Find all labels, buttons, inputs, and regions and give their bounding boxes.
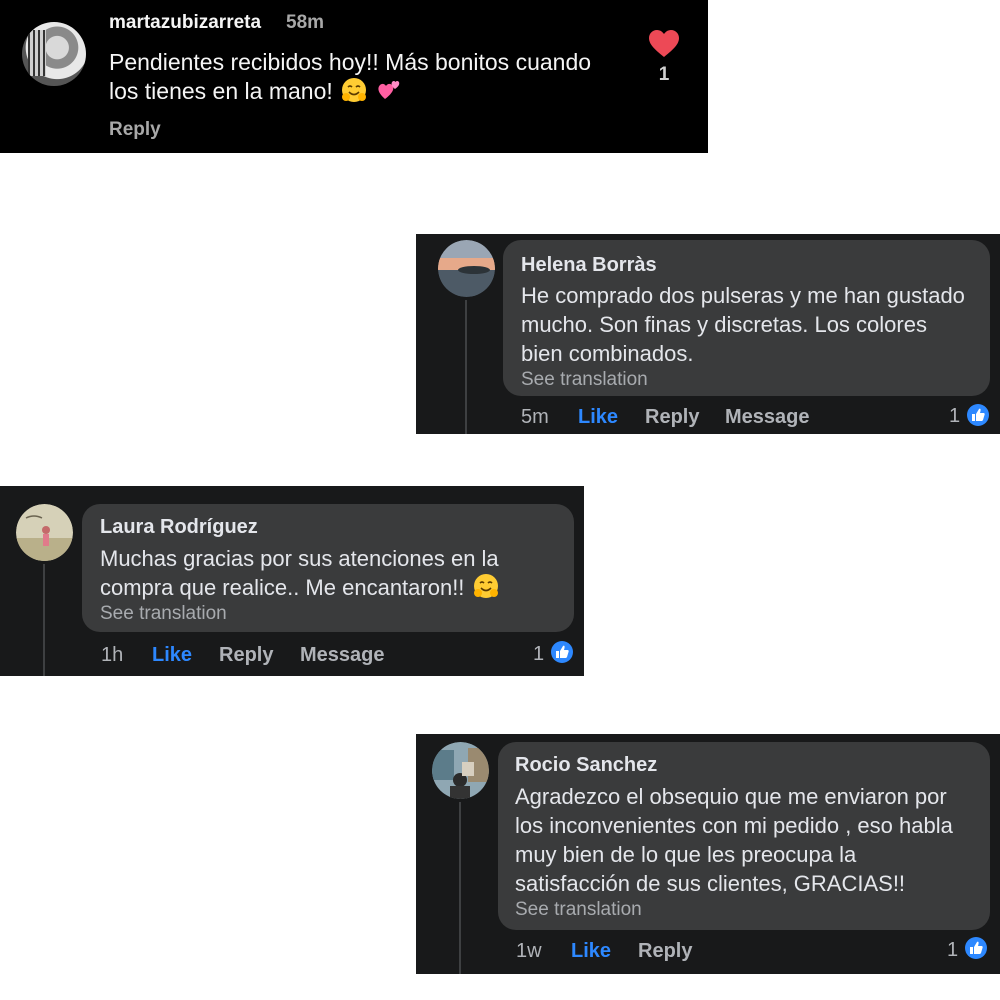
message-button[interactable]: Message (725, 406, 810, 429)
commenter-name[interactable]: Laura Rodríguez (100, 516, 258, 539)
comment-text: Muchas gracias por sus atenciones en la … (100, 544, 560, 602)
heart-icon[interactable] (649, 30, 679, 58)
comment-timestamp[interactable]: 5m (521, 406, 549, 429)
hugging-face-icon (473, 574, 498, 598)
reply-button[interactable]: Reply (645, 406, 699, 429)
commenter-name[interactable]: Rocio Sanchez (515, 754, 657, 777)
facebook-comment-card: Rocio Sanchez Agradezco el obsequio que … (416, 734, 1000, 974)
thread-line (43, 564, 45, 676)
message-button[interactable]: Message (300, 644, 385, 667)
like-reaction-icon[interactable] (551, 641, 573, 663)
see-translation-link[interactable]: See translation (521, 369, 648, 391)
two-hearts-icon (377, 80, 399, 99)
see-translation-link[interactable]: See translation (515, 899, 642, 921)
hugging-face-icon (342, 78, 367, 102)
comment-text: He comprado dos pulseras y me han gustad… (521, 283, 965, 366)
like-reaction-icon[interactable] (965, 937, 987, 959)
avatar[interactable] (438, 240, 495, 297)
reply-button[interactable]: Reply (638, 940, 692, 963)
like-count: 1 (658, 64, 670, 85)
reaction-count[interactable]: 1 (947, 939, 958, 962)
see-translation-link[interactable]: See translation (100, 603, 227, 625)
comment-timestamp[interactable]: 1w (516, 940, 542, 963)
avatar[interactable] (432, 742, 489, 799)
facebook-comment-card: Laura Rodríguez Muchas gracias por sus a… (0, 486, 584, 676)
like-button[interactable]: Like (571, 940, 611, 963)
thread-line (459, 802, 461, 974)
thread-line (465, 300, 467, 434)
facebook-comment-card: Helena Borràs He comprado dos pulseras y… (416, 234, 1000, 434)
comment-timestamp: 58m (286, 12, 325, 33)
instagram-comment-card: martazubizarreta 58m Pendientes recibido… (0, 0, 708, 153)
comment-bubble: Rocio Sanchez Agradezco el obsequio que … (498, 742, 990, 930)
reaction-count[interactable]: 1 (533, 643, 544, 666)
comment-bubble: Laura Rodríguez Muchas gracias por sus a… (82, 504, 574, 632)
like-button[interactable]: Like (578, 406, 618, 429)
comment-timestamp[interactable]: 1h (101, 644, 123, 667)
reaction-count[interactable]: 1 (949, 405, 960, 428)
avatar[interactable] (22, 22, 86, 86)
comment-text: Pendientes recibidos hoy!! Más bonitos c… (109, 48, 609, 106)
like-button[interactable]: Like (152, 644, 192, 667)
commenter-name[interactable]: Helena Borràs (521, 254, 657, 277)
avatar[interactable] (16, 504, 73, 561)
comment-text: Agradezco el obsequio que me enviaron po… (515, 784, 953, 896)
reply-button[interactable]: Reply (109, 119, 161, 141)
comment-bubble: Helena Borràs He comprado dos pulseras y… (503, 240, 990, 396)
comment-text-body: Muchas gracias por sus atenciones en la … (100, 546, 499, 600)
comment-username[interactable]: martazubizarreta (109, 12, 261, 34)
reply-button[interactable]: Reply (219, 644, 273, 667)
like-reaction-icon[interactable] (967, 404, 989, 426)
